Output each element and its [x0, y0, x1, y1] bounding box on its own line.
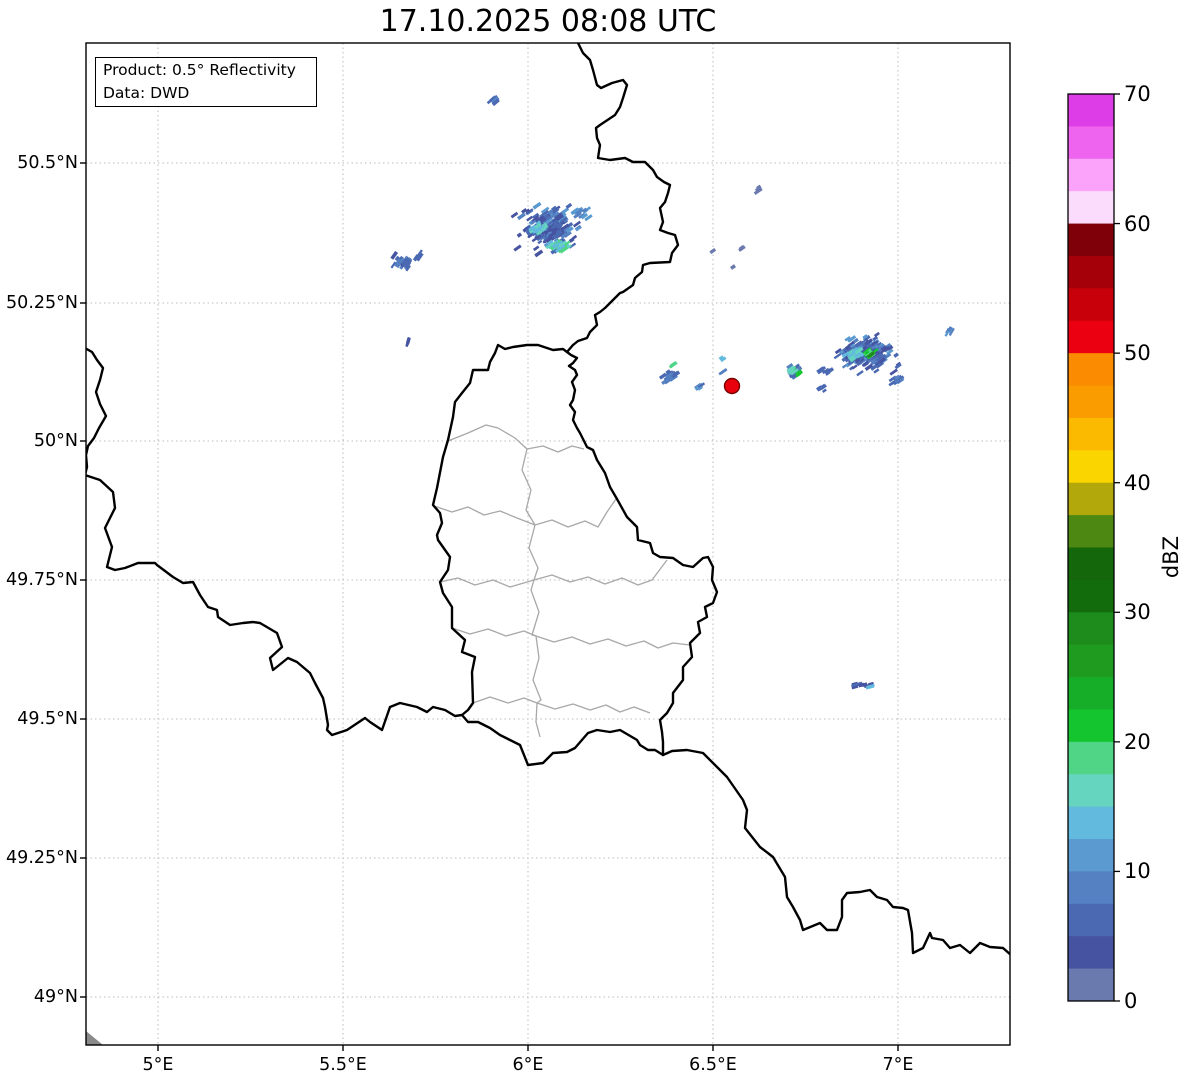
- y-tick-label: 49°N: [33, 987, 78, 1007]
- border-france-germany: [661, 748, 1010, 956]
- colorbar-axis-label: dBZ: [1159, 535, 1183, 579]
- colorbar-tick-label: 70: [1124, 82, 1151, 106]
- colorbar-tick-label: 30: [1124, 600, 1151, 625]
- x-tick-label: 6°E: [512, 1055, 544, 1075]
- colorbar-tick-label: 40: [1124, 470, 1151, 495]
- colorbar: [1067, 93, 1120, 1002]
- colorbar-tick-label: 20: [1124, 729, 1151, 754]
- y-tick-label: 50°N: [33, 431, 78, 451]
- colorbar-tick-label: 10: [1124, 859, 1151, 884]
- radar-echoes: [390, 94, 955, 690]
- product-annotation-box: Product: 0.5° Reflectivity Data: DWD: [95, 57, 317, 107]
- product-line: Product: 0.5° Reflectivity: [103, 61, 296, 79]
- plot-frame: [85, 42, 1011, 1046]
- colorbar-tick-label: 50: [1124, 341, 1151, 366]
- y-tick-label: 49.25°N: [6, 848, 78, 868]
- y-tick-label: 49.75°N: [6, 570, 78, 590]
- y-tick-label: 50.5°N: [17, 153, 78, 173]
- x-tick-label: 6.5°E: [689, 1055, 737, 1075]
- radar-map-canvas: [80, 42, 1120, 1051]
- y-tick-label: 49.5°N: [17, 709, 78, 729]
- colorbar-tick-label: 60: [1124, 211, 1151, 236]
- y-tick-label: 50.25°N: [6, 293, 78, 313]
- map-corner-shape: [86, 1031, 103, 1045]
- radar-site-marker: [723, 377, 741, 395]
- national-borders: [86, 43, 1010, 956]
- x-tick-label: 5°E: [142, 1055, 174, 1075]
- colorbar-tick-label: 0: [1124, 989, 1138, 1013]
- x-tick-label: 7°E: [882, 1055, 914, 1075]
- x-tick-label: 5.5°E: [319, 1055, 367, 1075]
- data-source-line: Data: DWD: [103, 84, 190, 102]
- radar-map-page: 17.10.2025 08:08 UTC Product: 0.5° Refle…: [0, 0, 1202, 1081]
- border-belgium-germany: [565, 43, 680, 354]
- grid-lines: [86, 43, 1010, 1045]
- border-belgium-france: [86, 347, 464, 737]
